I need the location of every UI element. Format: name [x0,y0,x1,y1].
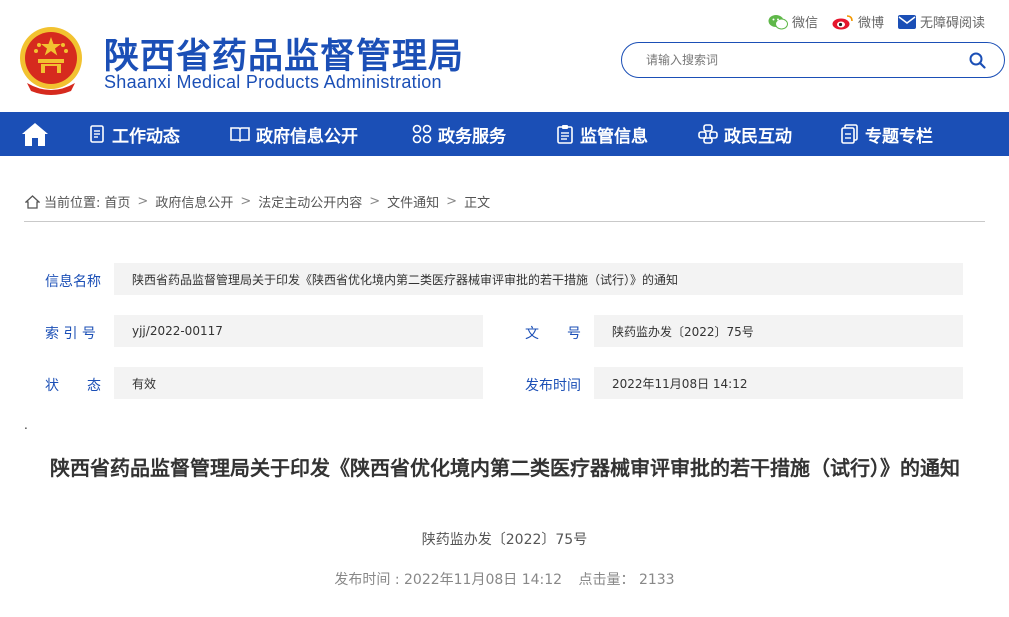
interaction-icon [698,124,718,144]
view-count: 点击量： 2133 [578,572,675,588]
nav-item-label: 工作动态 [112,126,180,147]
open-book-icon [230,127,250,143]
breadcrumb-item-home[interactable]: 首页 [104,192,130,211]
breadcrumb-divider [24,221,985,222]
breadcrumb-item-gov-info[interactable]: 政府信息公开 [155,192,233,211]
nav-item-label: 监管信息 [580,126,648,147]
accessibility-link[interactable]: 无障碍阅读 [897,12,985,31]
article-title: 陕西省药品监督管理局关于印发《陕西省优化境内第二类医疗器械审评审批的若干措施（试… [50,456,960,480]
nav-item-label: 政民互动 [724,126,792,147]
info-name-label: 信息名称 [45,274,101,290]
nav-item-label: 政府信息公开 [256,126,358,147]
breadcrumb-separator: > [137,194,149,209]
home-outline-icon [25,194,40,209]
nav-item-supervision-info[interactable]: 监管信息 [556,112,648,156]
info-docno-value: 陕药监办发〔2022〕75号 [594,315,963,347]
breadcrumb-separator: > [240,194,252,209]
clipboard-icon [557,125,573,144]
breadcrumb: 当前位置: 首页 > 政府信息公开 > 法定主动公开内容 > 文件通知 > 正文 [25,192,490,211]
breadcrumb-separator: > [369,194,381,209]
breadcrumb-item-notices[interactable]: 文件通知 [387,192,439,211]
grid-icon [412,124,432,144]
stray-dot: . [24,418,28,432]
publish-time: 发布时间 : 2022年11月08日 14:12 [334,572,563,588]
info-date-value: 2022年11月08日 14:12 [594,367,963,399]
breadcrumb-separator: > [446,194,458,209]
weibo-icon [832,14,853,29]
info-index-value: yjj/2022-00117 [114,315,483,347]
wechat-icon [768,14,788,29]
nav-home-button[interactable] [0,112,70,156]
breadcrumb-item-current: 正文 [464,196,491,211]
nav-item-public-interaction[interactable]: 政民互动 [698,112,792,156]
search-input[interactable] [646,50,956,70]
wechat-label: 微信 [791,16,818,31]
wechat-link[interactable]: 微信 [768,12,818,31]
info-status-label: 状 态 [45,378,101,394]
accessibility-label: 无障碍阅读 [919,16,985,31]
info-status-value: 有效 [114,367,483,399]
home-icon [22,123,48,146]
breadcrumb-item-statutory[interactable]: 法定主动公开内容 [258,192,362,211]
document-list-icon [90,125,104,143]
nav-item-gov-services[interactable]: 政务服务 [412,112,506,156]
weibo-link[interactable]: 微博 [832,12,884,31]
search-box [621,42,1005,78]
nav-item-work-news[interactable]: 工作动态 [88,112,180,156]
main-nav: 工作动态 政府信息公开 政务服务 监管信息 政民互动 专题专栏 [0,112,1009,156]
nav-item-label: 专题专栏 [865,126,933,147]
nav-item-gov-info[interactable]: 政府信息公开 [230,112,358,156]
nav-item-label: 政务服务 [438,126,506,147]
info-name-value: 陕西省药品监督管理局关于印发《陕西省优化境内第二类医疗器械审评审批的若干措施（试… [114,263,963,295]
article-meta: 发布时间 : 2022年11月08日 14:12 点击量： 2133 [0,569,1009,589]
weibo-label: 微博 [857,16,884,31]
top-links: 微信 微博 无障碍阅读 [768,12,985,31]
nav-item-special-topics[interactable]: 专题专栏 [841,112,933,156]
folder-icon [841,124,858,144]
breadcrumb-prefix: 当前位置: [44,196,101,211]
search-icon[interactable] [969,52,986,69]
envelope-icon [897,14,916,29]
site-subtitle: Shaanxi Medical Products Administration [104,72,442,92]
info-docno-label: 文 号 [525,326,581,342]
article-doc-number: 陕药监办发〔2022〕75号 [421,532,588,548]
national-emblem-logo [17,25,85,95]
site-header: 陕西省药品监督管理局 Shaanxi Medical Products Admi… [0,0,1009,112]
info-date-label: 发布时间 [525,378,581,394]
info-index-label: 索 引 号 [45,326,96,342]
